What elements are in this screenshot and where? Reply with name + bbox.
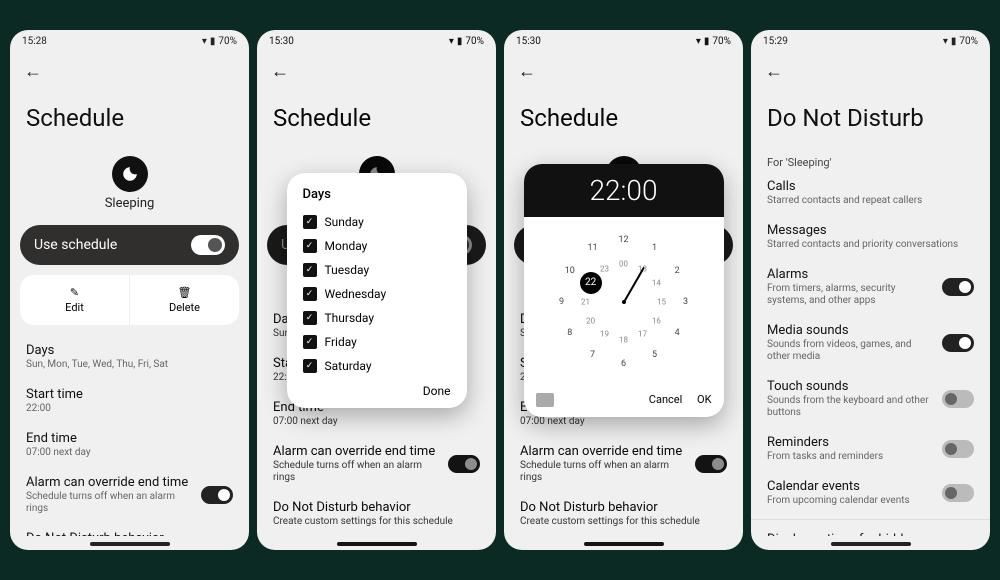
battery-pct: 70% bbox=[218, 36, 237, 47]
nav-bar bbox=[831, 542, 911, 546]
day-option[interactable]: ✓Sunday bbox=[303, 210, 451, 234]
dialog-title: Days bbox=[303, 187, 451, 202]
day-option[interactable]: ✓Thursday bbox=[303, 306, 451, 330]
trash-icon: 🗑 bbox=[178, 286, 192, 299]
use-schedule-toggle[interactable]: Use schedule bbox=[20, 225, 239, 265]
clock-hour[interactable]: 18 bbox=[616, 335, 632, 344]
clock-hour[interactable]: 14 bbox=[648, 278, 664, 287]
setting-dnd-behavior[interactable]: Do Not Disturb behavior Create custom se… bbox=[10, 523, 249, 536]
day-option[interactable]: ✓Tuesday bbox=[303, 258, 451, 282]
cancel-button[interactable]: Cancel bbox=[649, 393, 682, 406]
toggle-switch[interactable] bbox=[942, 334, 974, 352]
delete-button[interactable]: 🗑 Delete bbox=[130, 275, 239, 325]
clock-hour[interactable]: 15 bbox=[654, 297, 670, 306]
dnd-item[interactable]: Media soundsSounds from videos, games, a… bbox=[751, 315, 990, 371]
toggle-switch[interactable] bbox=[942, 440, 974, 458]
clock-hour[interactable]: 16 bbox=[648, 316, 664, 325]
status-time: 15:28 bbox=[22, 36, 47, 47]
days-dialog: Days ✓Sunday✓Monday✓Tuesday✓Wednesday✓Th… bbox=[287, 173, 467, 408]
wifi-icon: ▾ bbox=[943, 36, 948, 47]
done-button[interactable]: Done bbox=[423, 384, 451, 398]
dnd-item[interactable]: MessagesStarred contacts and priority co… bbox=[751, 215, 990, 259]
clock-hour[interactable]: 9 bbox=[554, 297, 570, 307]
checkbox-icon: ✓ bbox=[303, 287, 317, 301]
dnd-item[interactable]: Calendar eventsFrom upcoming calendar ev… bbox=[751, 471, 990, 515]
day-option[interactable]: ✓Monday bbox=[303, 234, 451, 258]
checkbox-icon: ✓ bbox=[303, 335, 317, 349]
time-picker: 22:00 1212345678910110013141516171819202… bbox=[524, 164, 724, 417]
battery-icon: ▮ bbox=[951, 36, 957, 47]
status-bar: 15:28 ▾ ▮ 70% bbox=[10, 30, 249, 53]
dnd-item[interactable]: AlarmsFrom timers, alarms, security syst… bbox=[751, 259, 990, 315]
toggle-switch[interactable] bbox=[942, 278, 974, 296]
keyboard-icon[interactable] bbox=[536, 393, 554, 407]
clock-hour[interactable]: 11 bbox=[585, 243, 601, 253]
screen-dnd: 15:29▾▮70% ← Do Not Disturb For 'Sleepin… bbox=[751, 30, 990, 550]
screen-time-picker: 15:30▾▮70% ← Schedule Sleeping Use sched… bbox=[504, 30, 743, 550]
timepicker-overlay[interactable]: 22:00 1212345678910110013141516171819202… bbox=[504, 30, 743, 550]
day-option[interactable]: ✓Wednesday bbox=[303, 282, 451, 306]
checkbox-icon: ✓ bbox=[303, 239, 317, 253]
moon-icon bbox=[112, 156, 148, 192]
toggle-switch[interactable] bbox=[942, 484, 974, 502]
setting-days[interactable]: Days Sun, Mon, Tue, Wed, Thu, Fri, Sat bbox=[10, 335, 249, 379]
for-label: For 'Sleeping' bbox=[751, 150, 990, 171]
pencil-icon: ✎ bbox=[70, 286, 79, 299]
clock-hour[interactable]: 2 bbox=[669, 266, 685, 276]
edit-delete-row: ✎ Edit 🗑 Delete bbox=[20, 275, 239, 325]
clock-hour[interactable]: 7 bbox=[585, 350, 601, 360]
dnd-item[interactable]: Touch soundsSounds from the keyboard and… bbox=[751, 371, 990, 427]
clock-hour[interactable]: 19 bbox=[597, 330, 613, 339]
clock-hour[interactable]: 5 bbox=[647, 350, 663, 360]
dialog-overlay[interactable]: Days ✓Sunday✓Monday✓Tuesday✓Wednesday✓Th… bbox=[257, 30, 496, 550]
toggle-switch[interactable] bbox=[942, 390, 974, 408]
nav-bar bbox=[90, 542, 170, 546]
day-option[interactable]: ✓Saturday bbox=[303, 354, 451, 378]
clock-hour-selected[interactable]: 22 bbox=[580, 272, 602, 294]
clock-face[interactable]: 121234567891011001314151617181920212223 bbox=[549, 227, 699, 377]
clock-hour[interactable]: 3 bbox=[678, 297, 694, 307]
clock-hour[interactable]: 17 bbox=[635, 330, 651, 339]
clock-hour[interactable]: 10 bbox=[562, 266, 578, 276]
schedule-name: Sleeping bbox=[10, 196, 249, 211]
divider bbox=[751, 519, 990, 520]
day-option[interactable]: ✓Friday bbox=[303, 330, 451, 354]
battery-icon: ▮ bbox=[210, 36, 216, 47]
clock-hour[interactable]: 4 bbox=[669, 328, 685, 338]
clock-hour[interactable]: 6 bbox=[616, 359, 632, 369]
clock-hour[interactable]: 8 bbox=[562, 328, 578, 338]
clock-hour[interactable]: 13 bbox=[635, 264, 651, 273]
setting-display-options[interactable]: Display options for hidden notifications… bbox=[751, 524, 990, 536]
time-header: 22:00 bbox=[524, 164, 724, 217]
switch-on-icon bbox=[191, 235, 225, 255]
screen-schedule: 15:28 ▾ ▮ 70% ← Schedule Sleeping Use sc… bbox=[10, 30, 249, 550]
checkbox-icon: ✓ bbox=[303, 263, 317, 277]
clock-hour[interactable]: 00 bbox=[616, 259, 632, 268]
setting-end-time[interactable]: End time 07:00 next day bbox=[10, 423, 249, 467]
page-title: Do Not Disturb bbox=[751, 90, 990, 150]
dnd-item[interactable]: RemindersFrom tasks and reminders bbox=[751, 427, 990, 471]
clock-hour[interactable]: 1 bbox=[647, 243, 663, 253]
page-title: Schedule bbox=[10, 90, 249, 150]
clock-hour[interactable]: 20 bbox=[583, 316, 599, 325]
clock-hour[interactable]: 21 bbox=[578, 297, 594, 306]
checkbox-icon: ✓ bbox=[303, 359, 317, 373]
wifi-icon: ▾ bbox=[202, 36, 207, 47]
dnd-item[interactable]: CallsStarred contacts and repeat callers bbox=[751, 171, 990, 215]
setting-alarm-override[interactable]: Alarm can override end time Schedule tur… bbox=[10, 467, 249, 523]
alarm-override-switch[interactable] bbox=[201, 486, 233, 504]
checkbox-icon: ✓ bbox=[303, 215, 317, 229]
edit-button[interactable]: ✎ Edit bbox=[20, 275, 130, 325]
setting-start-time[interactable]: Start time 22:00 bbox=[10, 379, 249, 423]
back-button[interactable]: ← bbox=[751, 53, 990, 90]
back-button[interactable]: ← bbox=[10, 53, 249, 90]
ok-button[interactable]: OK bbox=[697, 393, 711, 406]
clock-hour[interactable]: 12 bbox=[616, 235, 632, 245]
screen-days-dialog: 15:30▾▮70% ← Schedule Sleeping Use sched… bbox=[257, 30, 496, 550]
checkbox-icon: ✓ bbox=[303, 311, 317, 325]
clock-hour[interactable]: 23 bbox=[597, 264, 613, 273]
